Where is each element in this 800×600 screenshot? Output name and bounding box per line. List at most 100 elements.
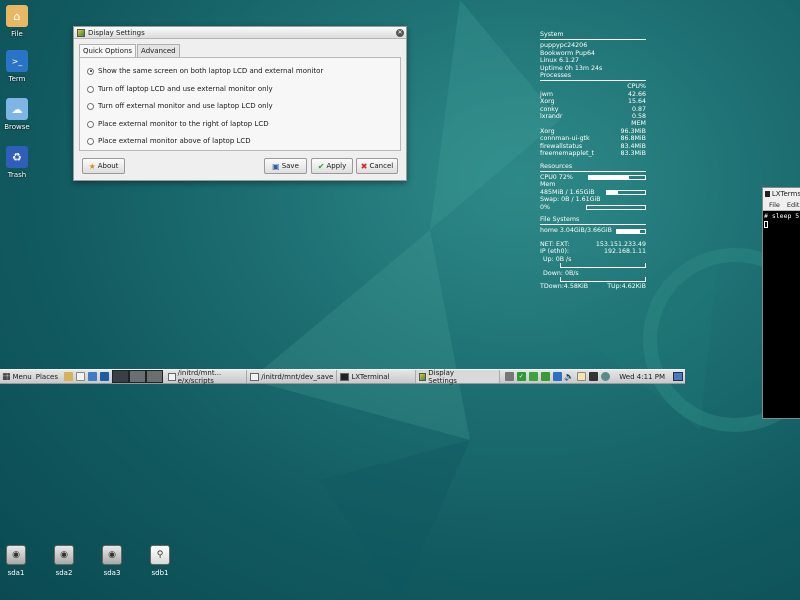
show-desktop-button[interactable] <box>671 370 685 383</box>
display-settings-icon <box>419 372 427 381</box>
option-external-only[interactable]: Turn off laptop LCD and use external mon… <box>87 85 273 93</box>
workspace-3[interactable] <box>146 370 164 383</box>
wifi-icon[interactable] <box>588 372 598 381</box>
desktop-icon-file[interactable]: ⌂ File <box>0 5 34 38</box>
terminal-titlebar[interactable]: LXTerms <box>763 188 800 199</box>
process-name: lxrandr <box>540 113 563 121</box>
desktop-icon-trash[interactable]: ♻ Trash <box>0 146 34 179</box>
radio-button[interactable] <box>87 102 94 110</box>
workspace-1[interactable] <box>112 370 130 383</box>
terminal-menu-file[interactable]: File <box>769 201 780 209</box>
clock[interactable]: Wed 4:11 PM <box>617 370 667 383</box>
shield-icon[interactable]: ✓ <box>516 372 526 381</box>
totals-row: TDown:4.58KiB TUp:4.62KiB <box>540 283 646 290</box>
upload-speed: Up: 0B /s <box>543 255 572 263</box>
task-dev-save[interactable]: /initrd/mnt/dev_save <box>247 370 338 383</box>
download-speed: Down: 0B/s <box>543 269 579 277</box>
drive-sdb1[interactable]: ⚲ sdb1 <box>146 545 174 577</box>
browser-icon[interactable] <box>99 372 109 381</box>
drive-label: sda1 <box>7 569 25 577</box>
cpu-col-row: CPU% <box>540 83 646 90</box>
terminal-icon: >_ <box>6 50 28 72</box>
process-row: freememapplet_t 83.3MiB <box>540 150 646 157</box>
process-name: jwm <box>540 90 554 98</box>
task-label: /initrd/mnt... e/x/scripts <box>177 368 222 385</box>
workspace-2[interactable] <box>129 370 147 383</box>
terminal-output[interactable]: # sleep 5 <box>763 211 800 229</box>
desktop-icon-term[interactable]: >_ Term <box>0 50 34 83</box>
quick-launch <box>60 370 112 383</box>
terminal-menu-edit[interactable]: Edit <box>787 201 800 209</box>
folder-icon[interactable] <box>63 372 73 381</box>
drive-label: sda3 <box>103 569 121 577</box>
desktop-icon-browse[interactable]: ☁ Browse <box>0 98 34 131</box>
drive-sda1[interactable]: ◉ sda1 <box>2 545 30 577</box>
quick-options-panel: Show the same screen on both laptop LCD … <box>79 57 401 151</box>
pager <box>112 370 164 383</box>
desktop-icon[interactable] <box>87 372 97 381</box>
task-label: /initrd/mnt/dev_save <box>261 372 334 381</box>
process-value: 96.3MiB <box>620 127 646 135</box>
total-down: TDown:4.58KiB <box>540 283 589 291</box>
drive-sda2[interactable]: ◉ sda2 <box>50 545 78 577</box>
desktop-icon-label: File <box>11 30 23 38</box>
window-titlebar[interactable]: Display Settings ✕ <box>74 27 406 39</box>
option-external-right[interactable]: Place external monitor to the right of l… <box>87 120 269 128</box>
hostname: puppypc24206 <box>540 42 588 50</box>
task-display-settings[interactable]: Display Settings <box>416 368 501 385</box>
swap-row: 0% <box>540 204 646 211</box>
process-value: 15.64 <box>627 98 646 106</box>
close-icon[interactable]: ✕ <box>396 28 404 37</box>
tab-strip: Quick Options Advanced <box>79 44 181 57</box>
tab-advanced[interactable]: Advanced <box>137 44 180 57</box>
show-desktop-icon <box>673 372 683 381</box>
distro: Bookworm Pup64 <box>540 49 595 57</box>
save-label: Save <box>281 162 299 170</box>
display-settings-window: Display Settings ✕ Quick Options Advance… <box>73 26 407 181</box>
apply-button[interactable]: ✔ Apply <box>311 158 353 174</box>
drive-label: sda2 <box>55 569 73 577</box>
about-button[interactable]: ★ About <box>82 158 125 174</box>
process-value: 42.66 <box>627 90 646 98</box>
about-label: About <box>97 162 119 170</box>
process-name: connman-ui-gtk <box>540 135 590 143</box>
drive-label: sdb1 <box>151 569 169 577</box>
menu-label: Menu <box>12 372 32 381</box>
clipboard-icon[interactable] <box>576 372 586 381</box>
radio-button[interactable] <box>87 85 94 93</box>
task-scripts[interactable]: /initrd/mnt... e/x/scripts <box>165 368 248 385</box>
drive-sda3[interactable]: ◉ sda3 <box>98 545 126 577</box>
process-value: 0.87 <box>631 105 646 113</box>
terminal-line: # sleep 5 <box>764 212 800 220</box>
home-fs-row: home 3.04GiB/3.66GiB <box>540 227 646 234</box>
hard-drive-icon: ◉ <box>6 545 26 565</box>
radio-button[interactable] <box>87 120 94 128</box>
option-external-above[interactable]: Place external monitor above of laptop L… <box>87 137 251 145</box>
taskbar: ▦ Menu Places /initrd/mnt... e/x/scripts… <box>0 368 685 385</box>
battery-icon[interactable] <box>504 372 514 381</box>
radio-button[interactable] <box>87 67 94 75</box>
option-laptop-only[interactable]: Turn off external monitor and use laptop… <box>87 102 273 110</box>
window-icon[interactable] <box>75 372 85 381</box>
task-label: Display Settings <box>428 368 457 385</box>
radio-button[interactable] <box>87 137 94 145</box>
cancel-label: Cancel <box>369 162 394 170</box>
menu-button[interactable]: ▦ Menu <box>0 370 34 383</box>
network-icon[interactable] <box>528 372 538 381</box>
save-button[interactable]: ▣ Save <box>264 158 307 174</box>
tab-quick-options[interactable]: Quick Options <box>79 44 137 57</box>
kernel: Linux 6.1.27 <box>540 57 579 65</box>
task-lxterminal[interactable]: LXTerminal <box>337 370 417 383</box>
home-fs-bar <box>616 228 646 234</box>
desktop-icon-label: Term <box>8 75 26 83</box>
mem-bar-fill <box>607 190 619 194</box>
option-same-screen[interactable]: Show the same screen on both laptop LCD … <box>87 67 323 75</box>
cancel-button[interactable]: ✖ Cancel <box>356 158 398 174</box>
volume-icon[interactable]: 🔈 <box>564 372 574 381</box>
places-button[interactable]: Places <box>34 370 60 383</box>
process-row: jwm 42.66 <box>540 91 646 98</box>
puppy-icon[interactable] <box>600 372 610 381</box>
divider <box>540 224 646 226</box>
storage-icon[interactable] <box>540 372 550 381</box>
connection-icon[interactable] <box>552 372 562 381</box>
